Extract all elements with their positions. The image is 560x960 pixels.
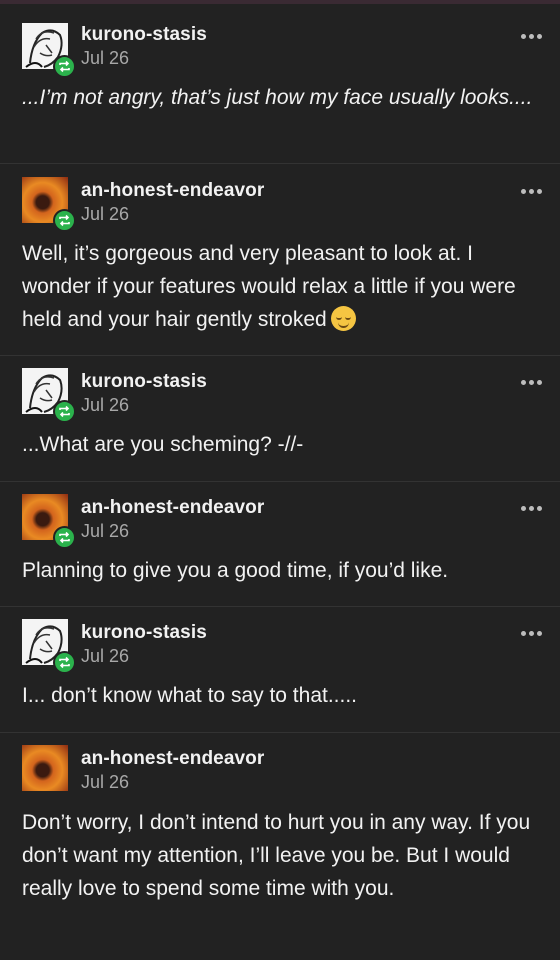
reblog-post: kurono-stasis Jul 26 I... don’t know wha… — [0, 607, 560, 733]
reblog-post: an-honest-endeavor Jul 26 Planning to gi… — [0, 482, 560, 607]
reblog-post: an-honest-endeavor Jul 26 Don’t worry, I… — [0, 733, 560, 960]
post-username[interactable]: kurono-stasis — [81, 622, 207, 644]
reblog-icon — [53, 209, 76, 232]
post-body-text: Well, it’s gorgeous and very pleasant to… — [22, 242, 516, 331]
post-body: ...I’m not angry, that’s just how my fac… — [22, 86, 533, 109]
post-username[interactable]: an-honest-endeavor — [81, 748, 264, 770]
avatar[interactable] — [22, 494, 76, 549]
reblog-post: kurono-stasis Jul 26 ...What are you sch… — [0, 356, 560, 482]
post-body: ...What are you scheming? -//- — [22, 433, 304, 456]
post-body: Don’t worry, I don’t intend to hurt you … — [22, 811, 531, 900]
reblog-post: an-honest-endeavor Jul 26 Well, it’s gor… — [0, 164, 560, 356]
avatar[interactable] — [22, 23, 76, 78]
reblog-icon — [53, 400, 76, 423]
post-username[interactable]: an-honest-endeavor — [81, 497, 264, 519]
avatar[interactable] — [22, 619, 76, 674]
post-body: Planning to give you a good time, if you… — [22, 559, 449, 582]
more-options-icon[interactable] — [521, 506, 542, 511]
reblog-post: kurono-stasis Jul 26 ...I’m not angry, t… — [0, 4, 560, 164]
post-date: Jul 26 — [81, 521, 130, 541]
post-body: Well, it’s gorgeous and very pleasant to… — [22, 237, 536, 336]
post-body: I... don’t know what to say to that..... — [22, 684, 358, 707]
reblog-icon — [53, 651, 76, 674]
reblog-icon — [53, 526, 76, 549]
more-options-icon[interactable] — [521, 380, 542, 385]
endeavor-avatar-image — [22, 745, 68, 791]
post-username[interactable]: an-honest-endeavor — [81, 180, 264, 202]
more-options-icon[interactable] — [521, 189, 542, 194]
avatar[interactable] — [22, 177, 76, 232]
post-date: Jul 26 — [81, 772, 130, 792]
post-username[interactable]: kurono-stasis — [81, 24, 207, 46]
reblog-icon — [53, 55, 76, 78]
post-username[interactable]: kurono-stasis — [81, 371, 207, 393]
post-date: Jul 26 — [81, 395, 130, 415]
avatar[interactable] — [22, 368, 76, 423]
smiling-face-emoji — [330, 306, 356, 331]
post-date: Jul 26 — [81, 48, 130, 68]
more-options-icon[interactable] — [521, 34, 542, 39]
post-date: Jul 26 — [81, 646, 130, 666]
more-options-icon[interactable] — [521, 631, 542, 636]
avatar[interactable] — [22, 745, 68, 791]
post-date: Jul 26 — [81, 204, 130, 224]
